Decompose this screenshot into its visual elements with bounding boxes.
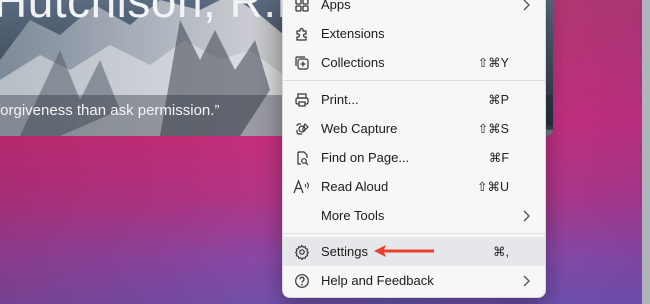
menu-item-web-capture[interactable]: Web Capture ⇧⌘S xyxy=(283,114,545,143)
menu-item-label: Help and Feedback xyxy=(321,273,434,288)
quote-text: forgiveness than ask permission.” xyxy=(0,102,220,119)
web-capture-icon xyxy=(293,120,311,138)
annotation-arrow-icon xyxy=(374,245,434,257)
menu-item-label: Web Capture xyxy=(321,121,398,136)
window-edge xyxy=(642,0,650,304)
read-aloud-icon xyxy=(293,178,311,196)
printer-icon xyxy=(293,91,311,109)
keyboard-shortcut: ⌘, xyxy=(493,245,509,259)
menu-item-extensions[interactable]: Extensions xyxy=(283,19,545,48)
menu-item-print[interactable]: Print... ⌘P xyxy=(283,85,545,114)
menu-separator xyxy=(283,233,545,234)
keyboard-shortcut: ⌘F xyxy=(488,151,509,165)
collections-icon xyxy=(293,54,311,72)
keyboard-shortcut: ⇧⌘U xyxy=(476,180,509,194)
chevron-right-icon xyxy=(523,0,530,11)
menu-item-label: More Tools xyxy=(321,208,385,223)
menu-item-label: Find on Page... xyxy=(321,150,410,165)
menu-item-label: Print... xyxy=(321,92,359,107)
menu-item-apps[interactable]: Apps xyxy=(283,0,545,19)
find-on-page-icon xyxy=(293,149,311,167)
keyboard-shortcut: ⇧⌘Y xyxy=(477,56,509,70)
keyboard-shortcut: ⌘P xyxy=(488,93,509,107)
apps-icon xyxy=(293,0,311,14)
menu-item-read-aloud[interactable]: Read Aloud ⇧⌘U xyxy=(283,172,545,201)
menu-separator xyxy=(283,80,545,81)
menu-item-label: Read Aloud xyxy=(321,179,389,194)
menu-item-label: Extensions xyxy=(321,26,385,41)
menu-item-help-and-feedback[interactable]: Help and Feedback xyxy=(283,266,545,295)
gear-icon xyxy=(293,243,311,261)
menu-item-label: Settings xyxy=(321,244,368,259)
menu-item-find-on-page[interactable]: Find on Page... ⌘F xyxy=(283,143,545,172)
help-icon xyxy=(293,272,311,290)
menu-item-label: Apps xyxy=(321,0,351,12)
chevron-right-icon xyxy=(523,275,530,287)
menu-item-collections[interactable]: Collections ⇧⌘Y xyxy=(283,48,545,77)
puzzle-icon xyxy=(293,25,311,43)
menu-item-label: Collections xyxy=(321,55,385,70)
keyboard-shortcut: ⇧⌘S xyxy=(477,122,509,136)
chevron-right-icon xyxy=(523,210,530,222)
page-heading: Hutchison, R.P. xyxy=(0,0,316,27)
menu-item-more-tools[interactable]: More Tools xyxy=(283,201,545,230)
